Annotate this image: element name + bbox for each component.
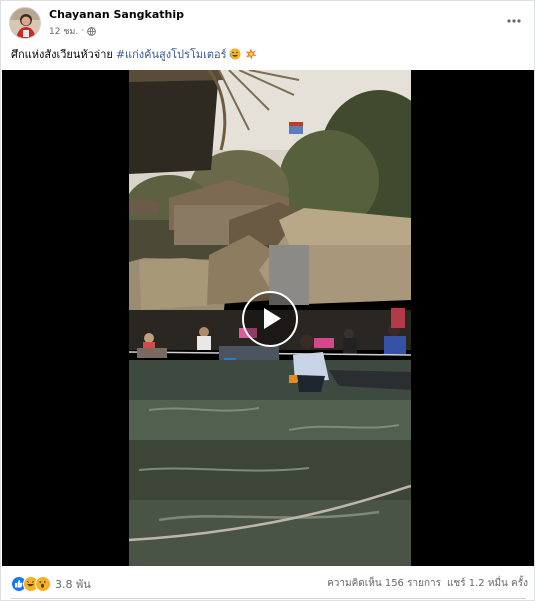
globe-icon[interactable] [87, 26, 96, 36]
author-avatar[interactable] [9, 7, 41, 39]
wow-reaction-icon [35, 576, 51, 592]
comment-count[interactable]: ความคิดเห็น 156 รายการ [327, 576, 441, 591]
reaction-count[interactable]: 3.8 พัน [55, 575, 91, 593]
author-name[interactable]: Chayanan Sangkathip [49, 8, 184, 21]
post-footer: 3.8 พัน ความคิดเห็น 156 รายการ แชร์ 1.2 … [11, 572, 528, 594]
engagement-stats: ความคิดเห็น 156 รายการ แชร์ 1.2 หมื่น คร… [327, 576, 528, 591]
play-button[interactable] [242, 291, 298, 347]
post-header: Chayanan Sangkathip 12 ชม. · [9, 7, 528, 39]
collision-emoji-icon [245, 48, 257, 60]
more-options-icon[interactable] [504, 13, 524, 29]
footer-divider [11, 598, 526, 599]
media-container [2, 70, 534, 566]
laughing-emoji-icon [229, 48, 241, 60]
caption-hashtag[interactable]: #แก่งค้นสูงโปรโมเตอร์ [116, 45, 227, 63]
play-icon [264, 308, 281, 329]
avatar-image [10, 8, 40, 38]
separator-dot: · [81, 26, 85, 36]
post-caption: ศึกแห่งสังเวียนหัวจ่าย #แก่งค้นสูงโปรโมเ… [11, 45, 257, 63]
video-player[interactable] [129, 70, 411, 566]
share-count[interactable]: แชร์ 1.2 หมื่น ครั้ง [447, 576, 528, 591]
post-meta: 12 ชม. · [49, 24, 96, 38]
caption-text: ศึกแห่งสังเวียนหัวจ่าย [11, 48, 113, 61]
reaction-summary[interactable]: 3.8 พัน [11, 575, 91, 593]
facebook-post: Chayanan Sangkathip 12 ชม. · ศึกแห่งสังเ… [0, 0, 535, 601]
post-time[interactable]: 12 ชม. [49, 24, 78, 38]
